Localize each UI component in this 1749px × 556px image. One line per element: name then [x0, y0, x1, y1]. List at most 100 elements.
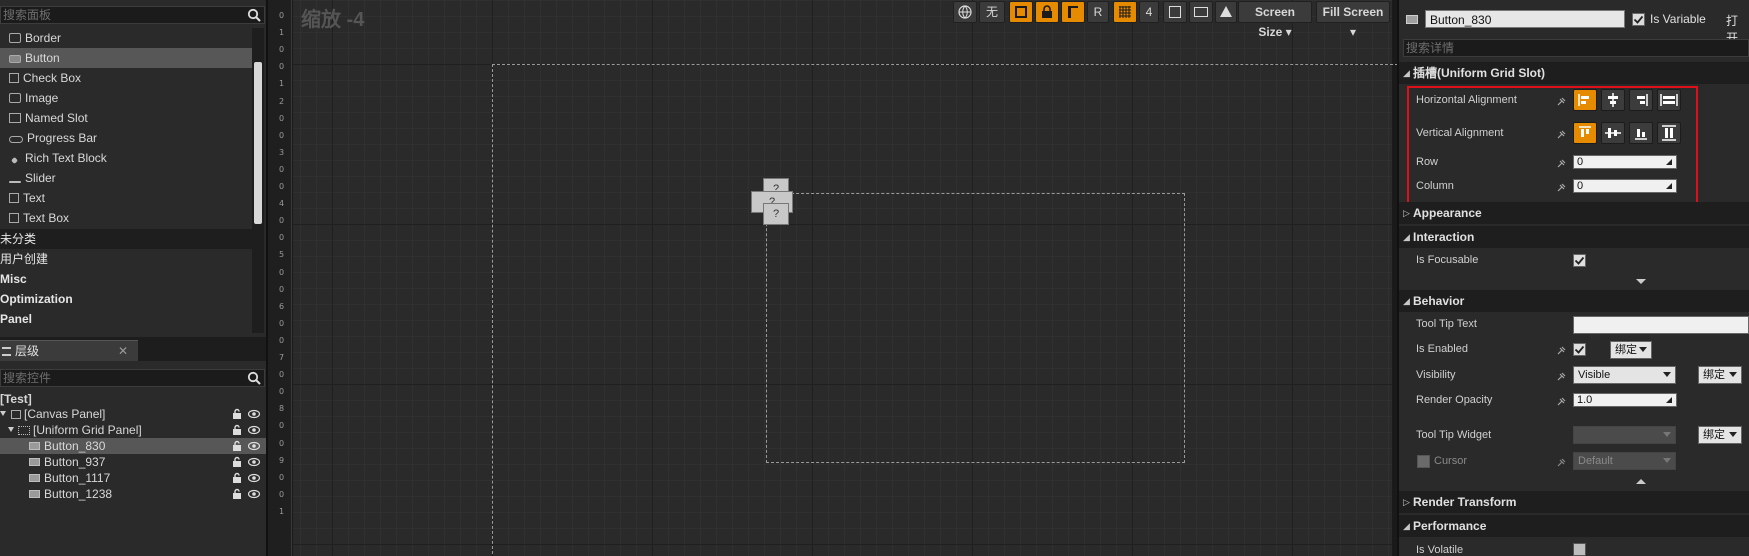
is-enabled-bind-dropdown[interactable]: 绑定 — [1610, 341, 1652, 359]
palette-category-panel[interactable]: Panel — [0, 309, 252, 329]
palette-item-button[interactable]: Button — [0, 48, 252, 68]
image-view-button[interactable] — [1189, 1, 1213, 23]
section-render-transform[interactable]: ▷ Render Transform — [1399, 491, 1749, 513]
valign-fill-icon — [1662, 125, 1676, 141]
expand-advanced-icon[interactable] — [1636, 279, 1646, 284]
drag-handle-icon[interactable] — [1665, 182, 1673, 190]
drag-handle-icon[interactable] — [1665, 158, 1673, 166]
palette-item-check-box[interactable]: Check Box — [0, 68, 252, 88]
uniform-grid-outline[interactable] — [766, 193, 1185, 463]
is-enabled-checkbox[interactable] — [1573, 343, 1586, 356]
section-performance[interactable]: ◢ Performance — [1399, 515, 1749, 537]
lock-toggle-button[interactable] — [1035, 1, 1059, 23]
render-opacity-input[interactable]: 1.0 — [1573, 393, 1677, 407]
visibility-dropdown[interactable]: Visible — [1573, 366, 1676, 384]
pin-icon — [1557, 397, 1566, 406]
row-input[interactable]: 0 — [1573, 155, 1677, 169]
lock-icon[interactable] — [231, 440, 243, 452]
valign-top-button[interactable] — [1573, 122, 1597, 144]
grid-size-button[interactable]: 4 — [1139, 1, 1159, 23]
valign-fill-button[interactable] — [1657, 122, 1681, 144]
placeholder-glyph: ? — [772, 208, 780, 220]
hierarchy-canvas-panel[interactable]: [Canvas Panel] — [0, 406, 266, 422]
details-search-input[interactable]: 搜索详情 — [1403, 39, 1749, 57]
hierarchy-button-row[interactable]: Button_830 — [0, 438, 266, 454]
palette-category-misc[interactable]: Misc — [0, 269, 252, 289]
visibility-bind-dropdown[interactable]: 绑定 — [1698, 366, 1742, 384]
palette-category-user-created[interactable]: 用户创建 — [0, 249, 252, 269]
lock-icon[interactable] — [231, 424, 243, 436]
is-variable-checkbox[interactable] — [1632, 13, 1645, 26]
valign-bottom-button[interactable] — [1629, 122, 1653, 144]
palette-item-image[interactable]: Image — [0, 88, 252, 108]
palette-item-text-box[interactable]: Text Box — [0, 208, 252, 228]
align-fill-button[interactable] — [1657, 89, 1681, 111]
column-label: Column — [1416, 180, 1454, 192]
tooltip-widget-dropdown[interactable] — [1573, 426, 1676, 444]
cursor-dropdown[interactable]: Default — [1573, 452, 1676, 470]
section-interaction[interactable]: ◢ Interaction — [1399, 226, 1749, 248]
palette-item-label: Progress Bar — [27, 131, 98, 145]
lock-icon[interactable] — [231, 488, 243, 500]
tab-hierarchy[interactable]: 层级 ✕ — [0, 340, 138, 361]
align-right-button[interactable] — [1629, 89, 1653, 111]
eye-icon[interactable] — [248, 456, 260, 468]
eye-icon[interactable] — [248, 424, 260, 436]
close-icon[interactable]: ✕ — [118, 341, 128, 361]
column-input[interactable]: 0 — [1573, 179, 1677, 193]
hierarchy-root[interactable]: [Test] — [0, 391, 266, 407]
palette-item-rich-text-block[interactable]: Rich Text Block — [0, 148, 252, 168]
palette-item-text[interactable]: Text — [0, 188, 252, 208]
section-appearance[interactable]: ▷ Appearance — [1399, 202, 1749, 224]
hierarchy-button-row[interactable]: Button_937 — [0, 454, 266, 470]
lock-icon[interactable] — [231, 456, 243, 468]
palette-item-named-slot[interactable]: Named Slot — [0, 108, 252, 128]
cursor-override-checkbox[interactable] — [1417, 455, 1430, 468]
transform-button[interactable] — [1163, 1, 1187, 23]
palette-item-border[interactable]: Border — [0, 28, 252, 48]
screen-size-dropdown[interactable]: Screen Size ▾ — [1238, 1, 1312, 39]
widget-name-input[interactable]: Button_830 — [1425, 10, 1625, 28]
is-focusable-checkbox[interactable] — [1573, 254, 1586, 267]
palette-item-progress-bar[interactable]: Progress Bar — [0, 128, 252, 148]
palette-category-optimization[interactable]: Optimization — [0, 289, 252, 309]
palette-scrollbar-thumb[interactable] — [254, 62, 262, 224]
flip-button[interactable] — [1215, 1, 1237, 23]
eye-icon[interactable] — [248, 408, 260, 420]
visibility-label: Visibility — [1416, 369, 1456, 381]
is-volatile-checkbox[interactable] — [1573, 543, 1586, 556]
grid-snap-button[interactable] — [1113, 1, 1137, 23]
palette-item-label: Border — [25, 31, 62, 45]
ruler-number: 7 — [279, 353, 285, 362]
palette-item-slider[interactable]: Slider — [0, 168, 252, 188]
ruler-number: 5 — [279, 250, 285, 260]
grid-button-widget[interactable]: ? — [763, 203, 789, 225]
hierarchy-tab-label: 层级 — [15, 344, 40, 358]
align-left-button[interactable] — [1573, 89, 1597, 111]
tooltip-widget-bind-dropdown[interactable]: 绑定 — [1698, 426, 1742, 444]
drag-handle-icon[interactable] — [1665, 396, 1673, 404]
align-center-button[interactable] — [1601, 89, 1625, 111]
palette-category-uncategorized[interactable]: 未分类 — [0, 229, 252, 249]
hierarchy-search-input[interactable]: 搜索控件 — [0, 369, 265, 387]
hierarchy-uniform-grid-panel[interactable]: [Uniform Grid Panel] — [0, 422, 266, 438]
lock-icon[interactable] — [231, 472, 243, 484]
hierarchy-button-row[interactable]: Button_1117 — [0, 470, 266, 486]
fill-screen-dropdown[interactable]: Fill Screen ▾ — [1316, 1, 1390, 39]
respect-locks-button[interactable] — [1061, 1, 1085, 23]
eye-icon[interactable] — [248, 440, 260, 452]
globe-button[interactable] — [953, 1, 977, 23]
section-behavior[interactable]: ◢ Behavior — [1399, 290, 1749, 312]
tooltip-text-input[interactable] — [1573, 316, 1749, 334]
valign-center-button[interactable] — [1601, 122, 1625, 144]
eye-icon[interactable] — [248, 472, 260, 484]
r-button[interactable]: R — [1087, 1, 1109, 23]
hierarchy-button-row[interactable]: Button_1238 — [0, 486, 266, 502]
palette-search-input[interactable]: 搜索面板 — [0, 6, 265, 24]
none-button[interactable]: 无 — [979, 1, 1005, 23]
eye-icon[interactable] — [248, 488, 260, 500]
lock-icon[interactable] — [231, 408, 243, 420]
collapse-advanced-icon[interactable] — [1636, 479, 1646, 484]
outline-toggle-button[interactable] — [1009, 1, 1033, 23]
section-uniform-grid-slot[interactable]: ◢ 插槽(Uniform Grid Slot) — [1399, 62, 1749, 84]
